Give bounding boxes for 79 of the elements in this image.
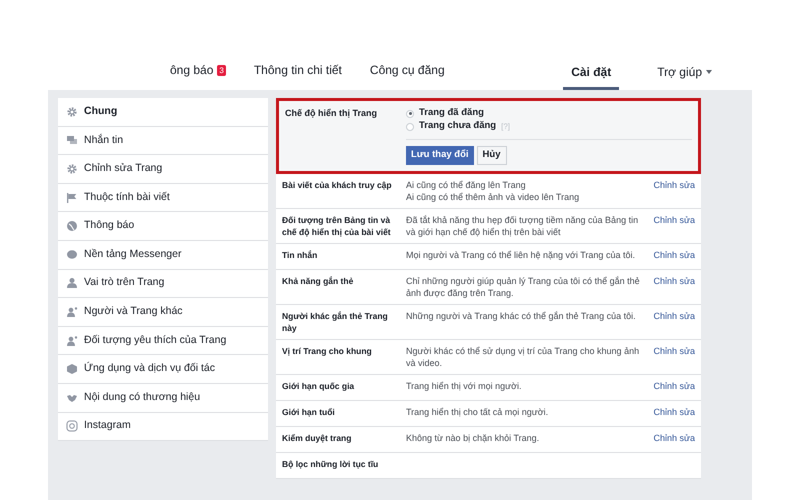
sidebar-item[interactable]: Ứng dụng và dịch vụ đối tác xyxy=(58,355,268,384)
flag-icon xyxy=(66,192,78,204)
sidebar-label: Vai trò trên Trang xyxy=(84,275,164,290)
sidebar-item[interactable]: Nền tảng Messenger xyxy=(58,240,268,270)
setting-value: Những người và Trang khác có thể gắn thẻ Trang của tôi. xyxy=(406,310,637,322)
sidebar-item[interactable]: Vai trò trên Trang xyxy=(58,270,268,298)
sidebar-item[interactable]: Instagram xyxy=(58,412,268,442)
edit-link[interactable]: Chỉnh sửa xyxy=(647,406,695,421)
sidebar-label: Chung xyxy=(84,104,118,119)
radio-button[interactable] xyxy=(406,110,414,118)
sidebar-item[interactable]: Thông báo xyxy=(58,212,268,241)
setting-value: Mọi người và Trang có thể liên hệ nặng với Trang của tôi. xyxy=(406,249,636,261)
people-icon xyxy=(66,306,78,318)
setting-value: Không từ nào bị chặn khỏi Trang. xyxy=(406,432,540,444)
edit-link[interactable]: Chỉnh sửa xyxy=(647,310,695,334)
edit-link[interactable]: Chỉnh sửa xyxy=(647,275,695,299)
sidebar-item[interactable]: Chung xyxy=(58,98,268,127)
cube-icon xyxy=(66,363,78,376)
sidebar-item[interactable]: Nhắn tin xyxy=(58,126,268,156)
setting-value: Trang hiển thị với mọi người. xyxy=(406,380,523,392)
setting-value: Chỉ những người giúp quản lý Trang của tôi có thể gắn thẻ ảnh được đăng trên Trang. xyxy=(406,275,641,299)
setting-label: Tin nhắn xyxy=(282,249,318,262)
instagram-icon xyxy=(66,420,78,432)
setting-label: Vị trí Trang cho khung xyxy=(282,345,373,358)
setting-label: Bộ lọc những lời tục tĩu xyxy=(282,458,380,471)
sidebar-label: Người và Trang khác xyxy=(84,304,183,320)
setting-label: Bài viết của khách truy cập xyxy=(282,179,393,192)
edit-link[interactable]: Chỉnh sửa xyxy=(647,432,695,447)
radio-option[interactable]: Trang đã đăng xyxy=(406,107,692,120)
people-icon xyxy=(66,334,78,347)
sidebar-label: Ứng dụng và dịch vụ đối tác xyxy=(84,361,215,376)
sidebar-item[interactable]: Thuộc tính bài viết xyxy=(58,184,268,212)
setting-value: Đã tắt khả năng thu hẹp đối tượng tiềm năng của Bảng tin và giới hạn chế độ hiển thị trên bài viết xyxy=(406,214,640,238)
edit-link[interactable]: Chỉnh sửa xyxy=(647,179,695,203)
sidebar-item[interactable]: Đối tượng yêu thích của Trang xyxy=(58,326,268,356)
sidebar-label: Nội dung có thương hiệu xyxy=(84,390,200,405)
sidebar-label: Đối tượng yêu thích của Trang xyxy=(84,332,226,348)
nav-tab[interactable]: Trợ giúp xyxy=(649,63,720,90)
sidebar-label: Nhắn tin xyxy=(84,132,124,148)
setting-value: Ai cũng có thể đăng lên Trang xyxy=(406,179,527,191)
sidebar-label: Chỉnh sửa Trang xyxy=(84,161,162,176)
chat-icon xyxy=(66,134,78,146)
gear-icon xyxy=(66,162,78,175)
radio-button[interactable] xyxy=(406,122,414,130)
speech-bubble-icon xyxy=(66,248,78,261)
setting-label: Người khác gắn thẻ Trang này xyxy=(282,310,389,334)
gear-icon xyxy=(66,106,78,118)
radio-option[interactable]: Trang chưa đăng [?] xyxy=(406,120,692,133)
nav-tab[interactable]: Thông tin chi tiết xyxy=(254,61,342,90)
sidebar-item[interactable]: Chỉnh sửa Trang xyxy=(58,155,268,184)
setting-label: Giới hạn quốc gia xyxy=(282,380,356,393)
edit-link[interactable]: Chỉnh sửa xyxy=(647,380,695,395)
setting-label: Giới hạn tuổi xyxy=(282,406,336,419)
nav-tab[interactable]: ông báo 3 xyxy=(170,61,226,90)
setting-label: Chế độ hiển thị Trang xyxy=(285,107,378,120)
sidebar-label: Nền tảng Messenger xyxy=(84,246,182,262)
setting-label: Khả năng gắn thẻ xyxy=(282,275,354,288)
edit-link[interactable]: Chỉnh sửa xyxy=(647,345,695,369)
radio-label: Trang đã đăng xyxy=(419,106,484,120)
radio-label: Trang chưa đăng xyxy=(419,119,496,134)
sidebar-label: Thông báo xyxy=(84,218,134,234)
sidebar-label: Instagram xyxy=(84,418,131,434)
setting-value: Ai cũng có thể thêm ảnh và video lên Trang xyxy=(406,191,580,203)
setting-label: Đối tượng trên Bảng tin và chế độ hiển thị của bài viết xyxy=(282,214,392,238)
edit-link[interactable]: Chỉnh sửa xyxy=(647,249,695,264)
nav-tab[interactable]: Công cụ đăng xyxy=(370,61,445,90)
save-button[interactable]: Lưu thay đổi xyxy=(406,146,474,165)
notification-badge: 3 xyxy=(217,64,226,76)
caret-icon xyxy=(706,70,712,74)
setting-label: Kiểm duyệt trang xyxy=(282,432,352,445)
person-icon xyxy=(66,277,78,290)
edit-link[interactable]: Chỉnh sửa xyxy=(647,214,695,238)
setting-value: Trang hiển thị cho tất cả mọi người. xyxy=(406,406,550,418)
cancel-button[interactable]: Hủy xyxy=(476,146,506,165)
sidebar-label: Thuộc tính bài viết xyxy=(84,190,170,205)
globe-icon xyxy=(66,220,78,232)
setting-value: Người khác có thể sử dụng vị trí của Trang cho khung ảnh và video. xyxy=(406,345,640,369)
sidebar-item[interactable]: Nội dung có thương hiệu xyxy=(58,384,268,413)
sidebar-item[interactable]: Người và Trang khác xyxy=(58,298,268,327)
